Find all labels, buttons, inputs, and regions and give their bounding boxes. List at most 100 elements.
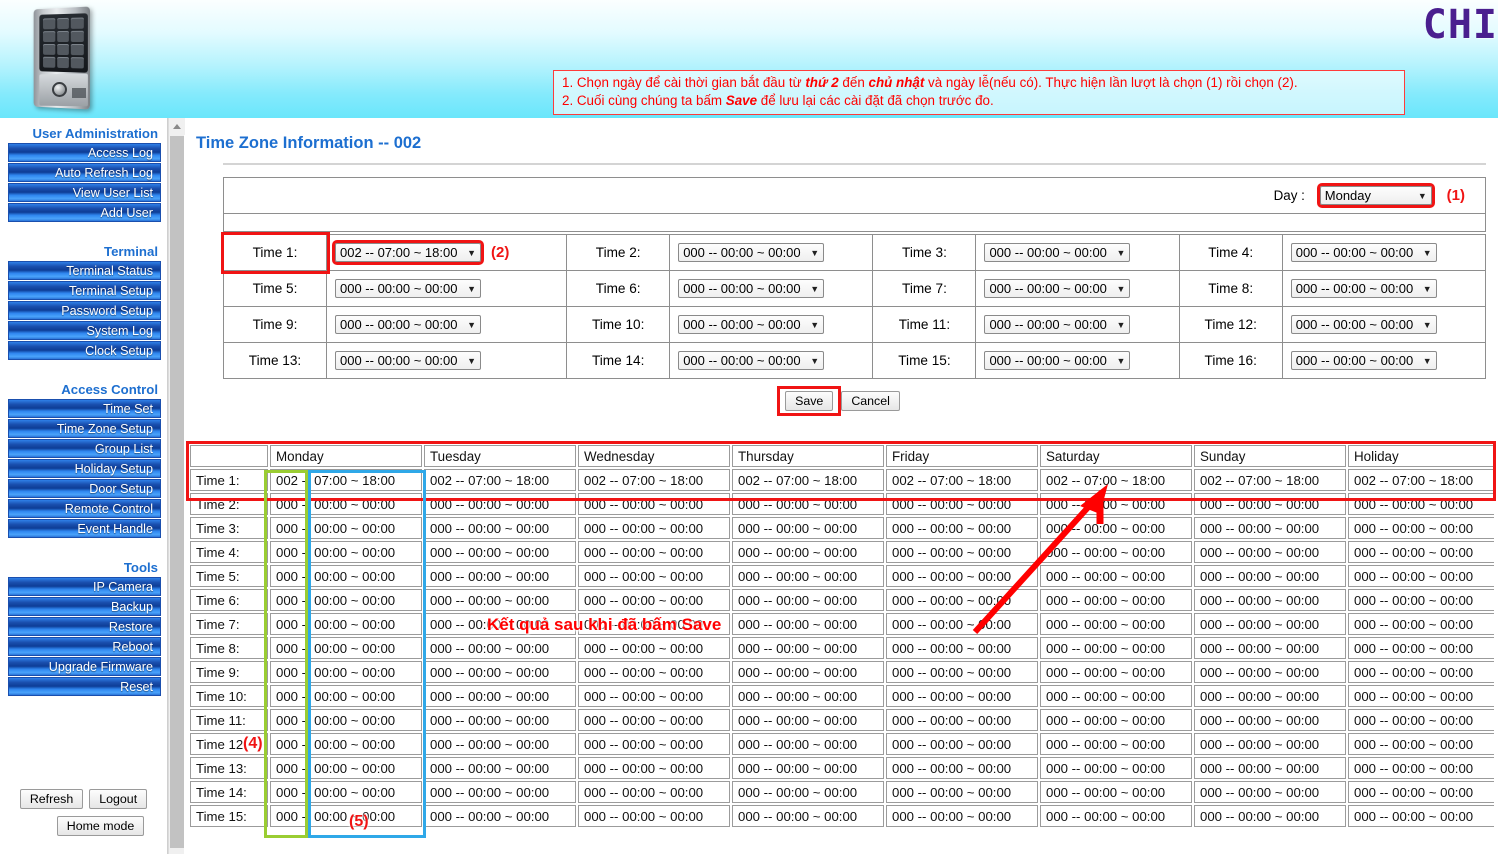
save-button[interactable]: Save [785,391,834,411]
logout-button[interactable]: Logout [89,789,148,809]
chevron-down-icon: ▼ [1422,355,1432,366]
time-slot-select-16[interactable]: 000 -- 00:00 ~ 00:00 ▼ [1290,351,1437,370]
chevron-down-icon: ▼ [1116,247,1126,258]
time-slot-select-9[interactable]: 000 -- 00:00 ~ 00:00 ▼ [335,315,481,334]
result-col-header: Monday [270,445,422,467]
page-header: CHI 1. Chọn ngày để cài thời gian bắt đầ… [0,0,1498,118]
result-cell: 000 -- 00:00 ~ 00:00 [270,589,422,611]
scrollbar-thumb[interactable] [170,136,184,848]
result-cell: 000 -- 00:00 ~ 00:00 [1348,493,1494,515]
sidebar-scrollbar[interactable] [168,118,185,854]
time-slot-select-cell-15: 000 -- 00:00 ~ 00:00 ▼ [975,342,1180,379]
sidebar-item-password-setup[interactable]: Password Setup [8,301,161,320]
day-select[interactable]: Monday ▼ [1316,183,1435,208]
chevron-down-icon: ▼ [1417,190,1427,201]
sidebar-item-holiday-setup[interactable]: Holiday Setup [8,459,161,478]
result-cell: 000 -- 00:00 ~ 00:00 [578,685,730,707]
time-slot-label-15: Time 15: [872,342,977,379]
time-slot-select-14[interactable]: 000 -- 00:00 ~ 00:00 ▼ [678,351,825,370]
time-slot-select-3[interactable]: 000 -- 00:00 ~ 00:00 ▼ [984,243,1131,262]
table-row: Time 8: 000 -- 00:00 ~ 00:00 000 -- 00:00 … [190,637,1494,659]
time-slot-select-value-5: 000 -- 00:00 ~ 00:00 [340,281,458,296]
sidebar-item-clock-setup[interactable]: Clock Setup [8,341,161,360]
time-slot-select-cell-9: 000 -- 00:00 ~ 00:00 ▼ [325,306,568,343]
sidebar-item-event-handle[interactable]: Event Handle [8,519,161,538]
time-slot-select-5[interactable]: 000 -- 00:00 ~ 00:00 ▼ [335,279,481,298]
result-cell: 000 -- 00:00 ~ 00:00 [270,517,422,539]
time-slot-select-4[interactable]: 000 -- 00:00 ~ 00:00 ▼ [1290,243,1437,262]
result-cell: 000 -- 00:00 ~ 00:00 [270,805,422,827]
time-slot-select-value-4: 000 -- 00:00 ~ 00:00 [1295,245,1414,260]
refresh-button[interactable]: Refresh [19,789,84,809]
sidebar-item-view-user-list[interactable]: View User List [8,183,161,202]
sidebar-item-reboot[interactable]: Reboot [8,637,161,656]
sidebar-item-system-log[interactable]: System Log [8,321,161,340]
sidebar-item-access-log[interactable]: Access Log [8,143,161,162]
result-row-header: Time 7: [190,613,268,635]
day-select-value: Monday [1324,188,1372,203]
result-cell: 000 -- 00:00 ~ 00:00 [424,733,576,755]
result-cell: 000 -- 00:00 ~ 00:00 [1194,589,1346,611]
time-slot-select-11[interactable]: 000 -- 00:00 ~ 00:00 ▼ [984,315,1131,334]
time-slot-select-15[interactable]: 000 -- 00:00 ~ 00:00 ▼ [984,351,1131,370]
result-cell: 000 -- 00:00 ~ 00:00 [1194,517,1346,539]
chevron-down-icon: ▼ [810,247,820,258]
sidebar-item-time-zone-setup[interactable]: Time Zone Setup [8,419,161,438]
table-row: Time 7: 000 -- 00:00 ~ 00:00 000 -- 00:00 … [190,613,1494,635]
result-col-header: Friday [886,445,1038,467]
time-slot-select-7[interactable]: 000 -- 00:00 ~ 00:00 ▼ [984,279,1131,298]
sidebar-item-door-setup[interactable]: Door Setup [8,479,161,498]
result-row-header: Time 1: [190,469,268,491]
cancel-button[interactable]: Cancel [841,391,900,411]
time-slot-select-1[interactable]: 002 -- 07:00 ~ 18:00 ▼ [332,240,484,265]
sidebar-item-time-set[interactable]: Time Set [8,399,161,418]
time-slot-row: Time 5: 000 -- 00:00 ~ 00:00 ▼ Time 6: 000 -… [223,270,1487,307]
time-slot-select-12[interactable]: 000 -- 00:00 ~ 00:00 ▼ [1290,315,1437,334]
time-slot-select-value-7: 000 -- 00:00 ~ 00:00 [989,281,1107,296]
sidebar-group-title: Terminal [104,244,158,259]
scroll-up-arrow-icon[interactable] [169,118,185,135]
sidebar-item-group-list[interactable]: Group List [8,439,161,458]
result-cell: 000 -- 00:00 ~ 00:00 [578,589,730,611]
sidebar-item-remote-control[interactable]: Remote Control [8,499,161,518]
sidebar-item-add-user[interactable]: Add User [8,203,161,222]
result-cell: 000 -- 00:00 ~ 00:00 [270,565,422,587]
time-slot-select-value-8: 000 -- 00:00 ~ 00:00 [1295,281,1414,296]
result-cell: 002 -- 07:00 ~ 18:00 [578,469,730,491]
result-cell: 000 -- 00:00 ~ 00:00 [886,781,1038,803]
result-cell: 000 -- 00:00 ~ 00:00 [1194,805,1346,827]
home-mode-button[interactable]: Home mode [56,816,145,836]
table-row: Time 6: 000 -- 00:00 ~ 00:00 000 -- 00:00 … [190,589,1494,611]
result-cell: 000 -- 00:00 ~ 00:00 [424,493,576,515]
result-cell: 000 -- 00:00 ~ 00:00 [1194,565,1346,587]
time-slot-select-2[interactable]: 000 -- 00:00 ~ 00:00 ▼ [678,243,825,262]
time-slot-select-10[interactable]: 000 -- 00:00 ~ 00:00 ▼ [678,315,825,334]
result-cell: 000 -- 00:00 ~ 00:00 [1194,661,1346,683]
sidebar-item-ip-camera[interactable]: IP Camera [8,577,161,596]
sidebar-item-backup[interactable]: Backup [8,597,161,616]
sidebar-item-terminal-setup[interactable]: Terminal Setup [8,281,161,300]
sidebar-footer: Refresh Logout Home mode [0,789,167,836]
time-slot-select-cell-6: 000 -- 00:00 ~ 00:00 ▼ [669,270,874,307]
result-cell: 000 -- 00:00 ~ 00:00 [1348,805,1494,827]
sidebar-item-auto-refresh-log[interactable]: Auto Refresh Log [8,163,161,182]
time-slot-label-10: Time 10: [566,306,671,343]
time-slot-select-value-13: 000 -- 00:00 ~ 00:00 [340,353,458,368]
time-slot-select-6[interactable]: 000 -- 00:00 ~ 00:00 ▼ [678,279,825,298]
sidebar-item-reset[interactable]: Reset [8,677,161,696]
sidebar-item-restore[interactable]: Restore [8,617,161,636]
result-cell: 000 -- 00:00 ~ 00:00 [270,733,422,755]
annotation-arrow-icon [972,484,1108,635]
chevron-down-icon: ▼ [810,355,820,366]
chevron-down-icon: ▼ [810,319,820,330]
result-cell: 000 -- 00:00 ~ 00:00 [270,709,422,731]
time-slot-label-12: Time 12: [1178,306,1283,343]
time-slot-select-8[interactable]: 000 -- 00:00 ~ 00:00 ▼ [1290,279,1437,298]
result-cell: 000 -- 00:00 ~ 00:00 [424,685,576,707]
result-cell: 000 -- 00:00 ~ 00:00 [578,805,730,827]
sidebar-item-upgrade-firmware[interactable]: Upgrade Firmware [8,657,161,676]
instruction-1-b: thứ 2 [805,75,839,90]
instruction-2-c: để lưu lại các cài đặt đã chọn trước đo. [757,93,994,108]
time-slot-select-13[interactable]: 000 -- 00:00 ~ 00:00 ▼ [335,351,481,370]
sidebar-item-terminal-status[interactable]: Terminal Status [8,261,161,280]
